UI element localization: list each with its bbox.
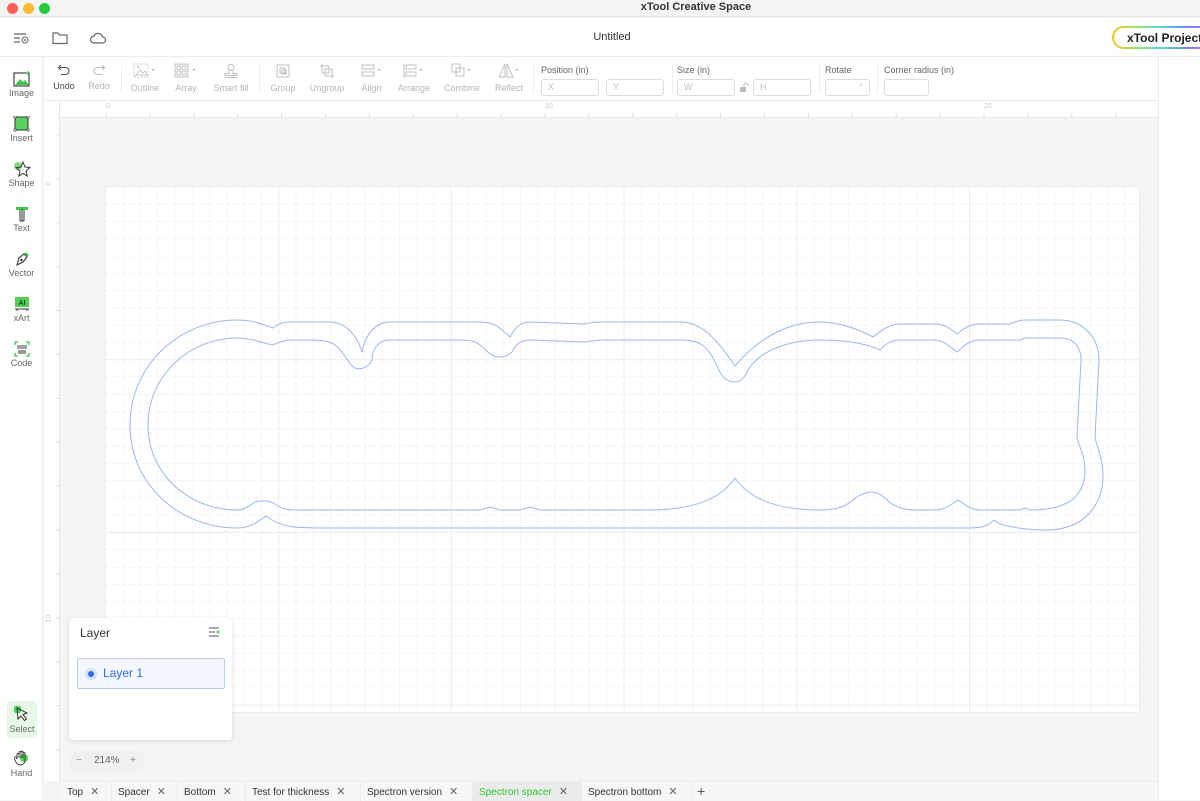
layer-panel: Layer Layer 1 bbox=[69, 618, 232, 740]
tab-close-icon[interactable]: ✕ bbox=[449, 786, 458, 798]
document-tabs: Top ✕ Spacer ✕ Bottom ✕ Test for thickness ✕ Spe… bbox=[61, 781, 1158, 801]
layer-item[interactable]: Layer 1 bbox=[77, 658, 225, 689]
tab-top[interactable]: Top ✕ bbox=[61, 782, 112, 801]
tab-spectron-version[interactable]: Spectron version ✕ bbox=[361, 782, 473, 801]
tab-close-icon[interactable]: ✕ bbox=[90, 786, 99, 798]
zoom-control: − 214% + bbox=[69, 751, 145, 771]
tab-label: Top bbox=[67, 787, 84, 798]
tab-close-icon[interactable]: ✕ bbox=[559, 786, 568, 798]
tab-close-icon[interactable]: ✕ bbox=[223, 786, 232, 798]
tab-label: Bottom bbox=[184, 787, 216, 798]
spacer-inner-path[interactable] bbox=[147, 337, 1086, 511]
tab-label: Spectron bottom bbox=[588, 787, 662, 798]
layer-menu-icon[interactable] bbox=[208, 626, 220, 638]
tab-label: Test for thickness bbox=[252, 787, 330, 798]
zoom-in-button[interactable]: + bbox=[130, 755, 136, 766]
tab-spectron-bottom[interactable]: Spectron bottom ✕ bbox=[582, 782, 692, 801]
tab-test-for-thickness[interactable]: Test for thickness ✕ bbox=[246, 782, 361, 801]
tab-close-icon[interactable]: ✕ bbox=[668, 786, 677, 798]
tab-close-icon[interactable]: ✕ bbox=[336, 786, 345, 798]
tab-label: Spacer bbox=[118, 787, 150, 798]
tab-label: Spectron version bbox=[367, 787, 443, 798]
add-tab-button[interactable]: + bbox=[697, 783, 705, 799]
layer-name: Layer 1 bbox=[103, 666, 144, 680]
tab-close-icon[interactable]: ✕ bbox=[157, 786, 166, 798]
tab-label: Spectron spacer bbox=[479, 787, 552, 798]
tab-spacer[interactable]: Spacer ✕ bbox=[112, 782, 178, 801]
tab-bottom[interactable]: Bottom ✕ bbox=[178, 782, 246, 801]
zoom-out-button[interactable]: − bbox=[76, 755, 82, 766]
zoom-level: 214% bbox=[94, 755, 120, 766]
tab-spectron-spacer[interactable]: Spectron spacer ✕ bbox=[473, 782, 582, 801]
layer-panel-title: Layer bbox=[80, 626, 111, 640]
layer-radio[interactable] bbox=[85, 668, 97, 680]
